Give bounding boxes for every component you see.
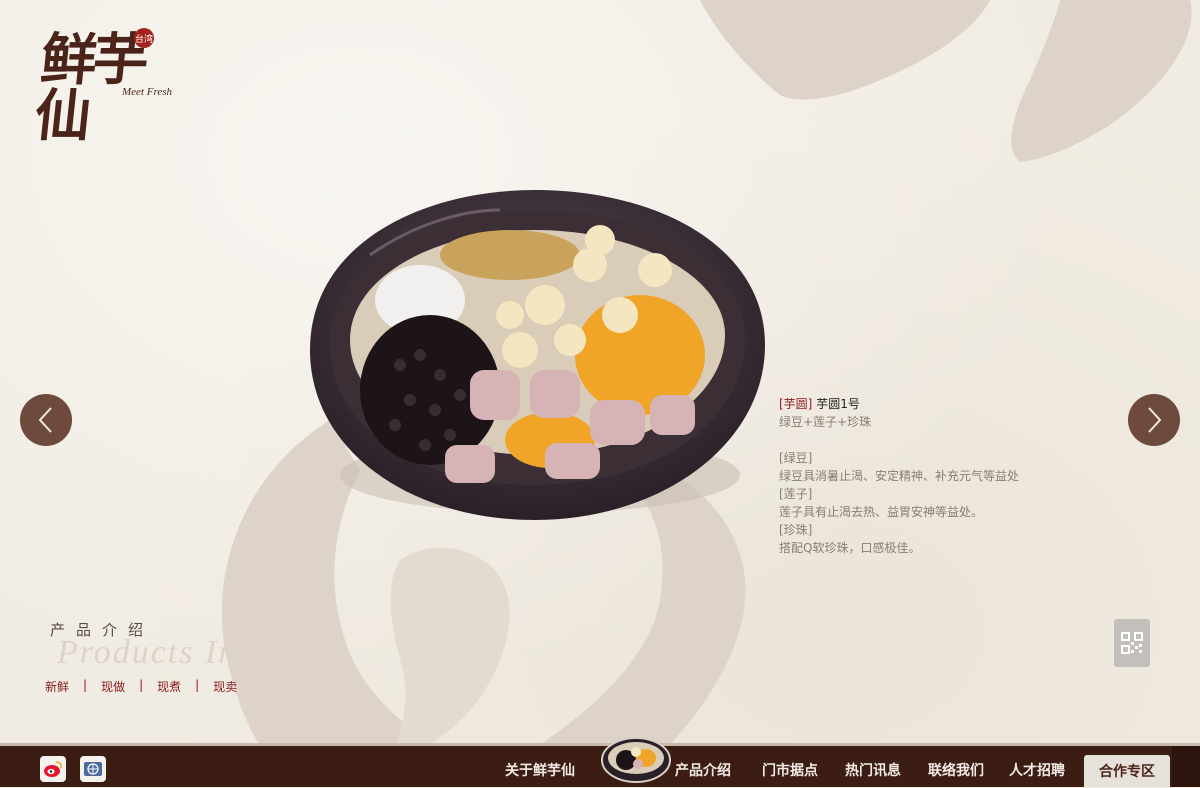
brand-name-en: Meet Fresh [122, 86, 172, 98]
ingredient-heading: [绿豆] [779, 451, 813, 465]
product-info: [芋圆] 芋圆1号 绿豆+莲子+珍珠 [绿豆] 绿豆具消暑止渴、安定精神、补充元… [779, 395, 1034, 557]
nav-products[interactable]: 产品介绍 [675, 760, 731, 780]
nav-active-thumbnail [600, 734, 672, 784]
ingredient-heading: [莲子] [779, 487, 813, 501]
next-slide-button[interactable] [1128, 394, 1180, 446]
slogan-word: 现卖 [213, 680, 238, 694]
weibo-button[interactable] [40, 756, 66, 782]
qr-code-button[interactable] [1114, 619, 1150, 667]
nav-careers[interactable]: 人才招聘 [1009, 760, 1065, 780]
website-button[interactable] [80, 756, 106, 782]
brand-logo[interactable]: 鲜芋仙 台湾 Meet Fresh [32, 27, 183, 149]
slogan: 新鲜 | 现做 | 现煮 | 现卖 [45, 678, 238, 694]
cooperation-button[interactable]: 合作专区 [1084, 755, 1170, 787]
section-title-cn: 产品介绍 [50, 621, 155, 639]
nav-contact[interactable]: 联络我们 [928, 760, 984, 780]
slogan-word: 现做 [101, 680, 126, 694]
weibo-icon [44, 761, 63, 777]
product-image [300, 185, 770, 525]
nav-stores[interactable]: 门市据点 [762, 760, 818, 780]
product-composition: 绿豆+莲子+珍珠 [779, 415, 872, 429]
globe-icon [84, 762, 102, 776]
slogan-word: 现煮 [157, 680, 182, 694]
brand-seal: 台湾 [134, 28, 154, 48]
ingredient-desc: 搭配Q软珍珠，口感极佳。 [779, 541, 921, 555]
slogan-word: 新鲜 [45, 680, 70, 694]
ingredient-heading: [珍珠] [779, 523, 813, 537]
ingredient-desc: 莲子具有止渴去热、益胃安神等益处。 [779, 505, 984, 519]
nav-news[interactable]: 热门讯息 [845, 760, 901, 780]
prev-slide-button[interactable] [20, 394, 72, 446]
ingredient-desc: 绿豆具消暑止渴、安定精神、补充元气等益处 [779, 469, 1020, 483]
footer-edge [1172, 746, 1200, 787]
product-name: 芋圆1号 [816, 397, 860, 411]
footer-nav: 关于鲜芋仙 产品介绍 门市据点 热门讯息 联络我们 人才招聘 合作专区 [0, 737, 1200, 787]
product-category-tag: [芋圆] [779, 397, 813, 411]
chevron-right-icon [1148, 407, 1162, 433]
product-title: [芋圆] 芋圆1号 [779, 395, 1034, 413]
chevron-left-icon [38, 407, 52, 433]
nav-about[interactable]: 关于鲜芋仙 [505, 760, 575, 780]
qr-code-icon [1121, 632, 1143, 654]
